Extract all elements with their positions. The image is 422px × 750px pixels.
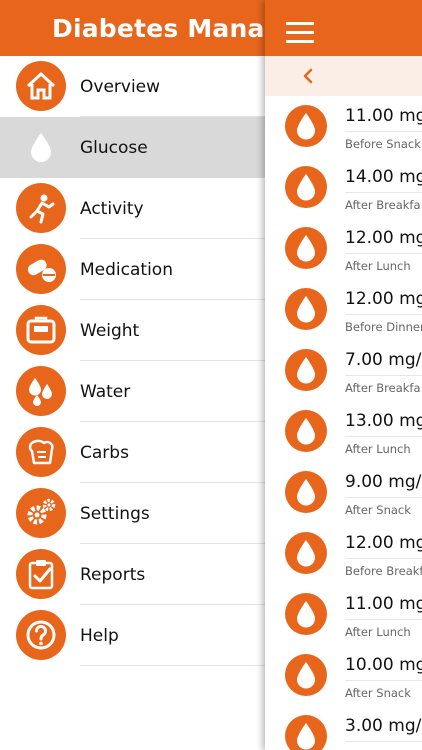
glucose-note: After Lunch: [345, 625, 411, 639]
menu-item-carbs[interactable]: Carbs: [0, 422, 265, 483]
list-item[interactable]: 7.00 mg/d After Breakfa: [265, 340, 422, 401]
drop-icon: [285, 166, 327, 208]
divider: [345, 192, 422, 193]
divider: [345, 741, 422, 742]
running-person-icon: [16, 183, 66, 233]
glucose-value: 12.00 mg/: [345, 228, 422, 248]
glucose-value: 3.00 mg/d: [345, 716, 422, 736]
menu-item-medication[interactable]: Medication: [0, 239, 265, 300]
glucose-note: After Lunch: [345, 259, 411, 273]
glucose-entry-list: 11.00 mg/ Before Snack 14.00 mg/ After B…: [265, 96, 422, 750]
drop-icon: [285, 532, 327, 574]
scale-icon: [16, 305, 66, 355]
house-icon: [16, 61, 66, 111]
glucose-value: 13.00 mg/: [345, 411, 422, 431]
drop-icon: [285, 471, 327, 513]
divider: [345, 375, 422, 376]
drop-icon: [285, 105, 327, 147]
menu-item-overview[interactable]: Overview: [0, 56, 265, 117]
chevron-left-icon[interactable]: [300, 68, 316, 84]
list-item[interactable]: 10.00 mg/ After Snack: [265, 645, 422, 706]
drop-icon: [285, 654, 327, 696]
pill-icon: [16, 244, 66, 294]
glucose-value: 11.00 mg/: [345, 594, 422, 614]
main-header: [265, 0, 422, 56]
menu-label-settings: Settings: [80, 503, 150, 524]
glucose-value: 12.00 mg/: [345, 289, 422, 309]
menu-item-activity[interactable]: Activity: [0, 178, 265, 239]
bread-icon: [16, 427, 66, 477]
menu-label-overview: Overview: [80, 76, 161, 97]
drop-icon: [285, 715, 327, 750]
list-item[interactable]: 11.00 mg/ Before Snack: [265, 96, 422, 157]
drawer-menu: Overview Glucose Activity Medication Wei…: [0, 56, 265, 666]
menu-item-reports[interactable]: Reports: [0, 544, 265, 605]
glucose-note: After Snack: [345, 503, 411, 517]
divider: [80, 665, 265, 666]
glucose-note: Before Snack: [345, 137, 421, 151]
menu-label-water: Water: [80, 381, 131, 402]
list-item[interactable]: 14.00 mg/ After Breakfa: [265, 157, 422, 218]
glucose-value: 9.00 mg/d: [345, 472, 422, 492]
list-item[interactable]: 12.00 mg/ Before Dinner: [265, 279, 422, 340]
menu-label-medication: Medication: [80, 259, 173, 280]
list-item[interactable]: 12.00 mg/ Before Breakfa: [265, 523, 422, 584]
drop-icon: [285, 288, 327, 330]
glucose-value: 12.00 mg/: [345, 533, 422, 553]
gears-icon: [16, 488, 66, 538]
menu-label-activity: Activity: [80, 198, 144, 219]
glucose-log-panel: 11.00 mg/ Before Snack 14.00 mg/ After B…: [265, 0, 422, 750]
glucose-note: After Snack: [345, 686, 411, 700]
drawer-header: Diabetes Manager: [0, 0, 265, 56]
divider: [345, 497, 422, 498]
list-item[interactable]: 9.00 mg/d After Snack: [265, 462, 422, 523]
divider: [345, 131, 422, 132]
divider: [345, 253, 422, 254]
menu-label-glucose: Glucose: [80, 137, 148, 158]
drop-icon: [285, 349, 327, 391]
glucose-note: After Breakfa: [345, 198, 421, 212]
list-item[interactable]: 3.00 mg/d: [265, 706, 422, 750]
divider: [345, 436, 422, 437]
divider: [345, 619, 422, 620]
list-item[interactable]: 11.00 mg/ After Lunch: [265, 584, 422, 645]
list-item[interactable]: 13.00 mg/ After Lunch: [265, 401, 422, 462]
drop-icon: [16, 122, 66, 172]
glucose-value: 7.00 mg/d: [345, 350, 422, 370]
menu-item-help[interactable]: Help: [0, 605, 265, 666]
sub-header: [265, 56, 422, 96]
drop-icon: [285, 410, 327, 452]
divider: [345, 680, 422, 681]
menu-item-glucose[interactable]: Glucose: [0, 117, 265, 178]
divider: [345, 314, 422, 315]
glucose-note: Before Dinner: [345, 320, 422, 334]
glucose-note: After Lunch: [345, 442, 411, 456]
menu-item-water[interactable]: Water: [0, 361, 265, 422]
menu-label-weight: Weight: [80, 320, 140, 341]
menu-item-settings[interactable]: Settings: [0, 483, 265, 544]
clipboard-check-icon: [16, 549, 66, 599]
glucose-value: 10.00 mg/: [345, 655, 422, 675]
glucose-note: After Breakfa: [345, 381, 421, 395]
question-icon: [16, 610, 66, 660]
glucose-note: Before Breakfa: [345, 564, 422, 578]
drop-icon: [285, 227, 327, 269]
drop-icon: [285, 593, 327, 635]
menu-label-carbs: Carbs: [80, 442, 129, 463]
divider: [345, 558, 422, 559]
list-item[interactable]: 12.00 mg/ After Lunch: [265, 218, 422, 279]
app-title: Diabetes Manager: [52, 13, 265, 43]
menu-item-weight[interactable]: Weight: [0, 300, 265, 361]
water-drops-icon: [16, 366, 66, 416]
menu-label-reports: Reports: [80, 564, 146, 585]
side-drawer: Diabetes Manager Overview Glucose Activi…: [0, 0, 265, 750]
hamburger-icon[interactable]: [286, 22, 314, 44]
menu-label-help: Help: [80, 625, 119, 646]
glucose-value: 11.00 mg/: [345, 106, 422, 126]
glucose-value: 14.00 mg/: [345, 167, 422, 187]
